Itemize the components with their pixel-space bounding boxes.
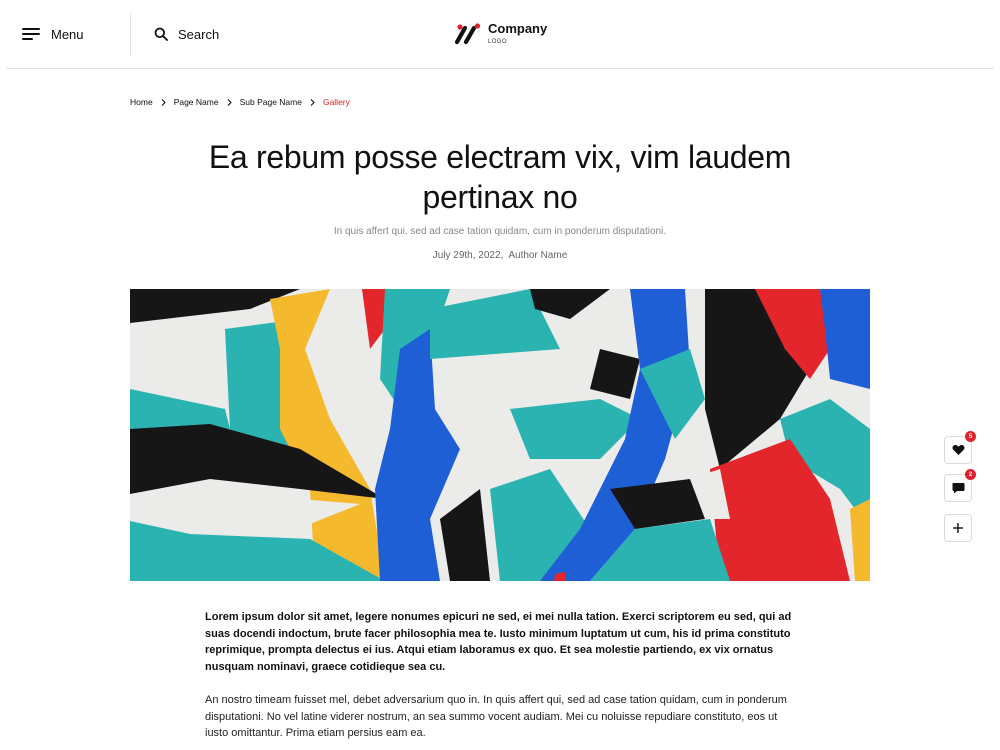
logo-subtext: LOGO [488,38,507,45]
menu-label: Menu [51,26,84,42]
abstract-mural-image [130,289,870,581]
like-button[interactable]: 5 [944,431,976,464]
search-button[interactable]: Search [154,22,219,46]
company-logo[interactable]: Company LOGO [454,20,547,46]
article-subtitle: In quis affert qui, sed ad case tation q… [333,226,667,237]
article-lead: Lorem ipsum dolor sit amet, legere nonum… [205,611,792,673]
breadcrumb-current: Gallery [322,97,350,107]
article-meta: July 29th, 2022, Author Name [200,250,800,261]
article-title: Ea rebum posse electram vix, vim laudem … [208,139,792,215]
heart-icon [952,444,964,455]
article-author[interactable]: Author Name [508,250,567,261]
search-label: Search [178,26,220,42]
breadcrumb-subpage[interactable]: Sub Page Name [240,97,302,107]
hero-image [130,289,870,581]
logo-name: Company [488,20,548,36]
breadcrumb-page[interactable]: Page Name [174,97,219,107]
article-paragraph: An nostro timeam fuisset mel, debet adve… [205,694,787,739]
header-divider [130,13,131,56]
search-icon [154,27,168,41]
breadcrumb: Home Page Name Sub Page Name Gallery [130,97,350,107]
top-header: Menu Search Company LOGO [6,0,994,69]
comment-button[interactable]: 2 [944,469,976,502]
menu-button[interactable]: Menu [22,22,84,46]
breadcrumb-home[interactable]: Home [130,97,153,107]
plus-icon [953,523,963,533]
logo-mark-icon [454,23,481,45]
chevron-right-icon [227,98,232,106]
article-date: July 29th, 2022, [432,250,504,261]
add-button[interactable] [944,514,972,542]
chevron-right-icon [310,98,315,106]
comment-icon [952,483,964,494]
comment-count-badge: 2 [965,469,976,480]
like-count-badge: 5 [965,431,976,442]
hamburger-icon [22,27,40,41]
chevron-right-icon [161,98,166,106]
